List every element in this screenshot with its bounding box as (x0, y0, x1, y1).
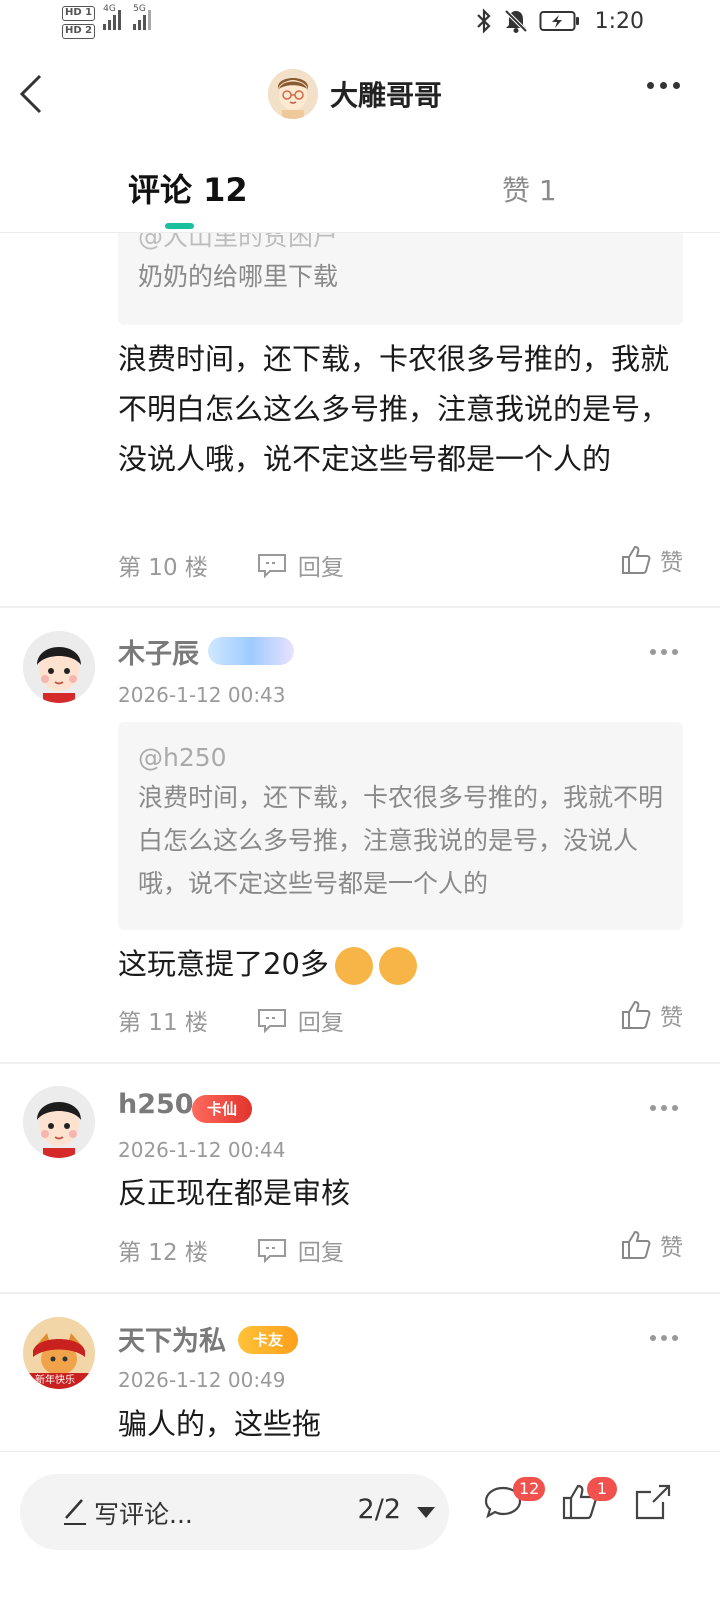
reply-icon (257, 1239, 286, 1263)
reply-icon (257, 554, 286, 578)
divider (0, 1292, 720, 1294)
more-options-icon[interactable] (650, 1335, 678, 1341)
quoted-text: 浪费时间，还下载，卡农很多号推的，我就不明白怎么这么多号推，注意我说的是号，没说… (138, 783, 664, 898)
back-arrow-icon[interactable] (14, 72, 50, 116)
bottom-action-bar: 写评论... 2/2 12 1 (0, 1451, 720, 1600)
status-right: 1:20 (475, 8, 644, 34)
comment-meta: 第 11 楼 回复 赞 (118, 1000, 683, 1040)
like-button[interactable]: 赞 (620, 1228, 683, 1262)
avatar-caption: 新年快乐 (35, 1375, 75, 1386)
more-options-icon[interactable] (650, 1105, 678, 1111)
username[interactable]: 天下为私 (118, 1319, 226, 1358)
comment-list[interactable]: @大山里的贫困户 奶奶的给哪里下载 浪费时间，还下载，卡农很多号推的，我就不明白… (0, 233, 720, 1451)
tab-bar: 评论 12 赞 1 (0, 143, 720, 233)
thread-author[interactable]: 大雕哥哥 (268, 69, 442, 119)
author-avatar[interactable] (268, 69, 318, 119)
comment-text: 骗人的，这些拖 (118, 1407, 322, 1441)
avatar[interactable] (23, 631, 95, 703)
signal-icon: 5G (133, 4, 152, 30)
divider (0, 606, 720, 608)
quoted-text: 奶奶的给哪里下载 (138, 262, 339, 291)
share-icon[interactable] (633, 1482, 673, 1522)
level-badge: 卡仙 (192, 1095, 252, 1123)
avatar-image (23, 631, 95, 703)
tab-comments[interactable]: 评论 12 (128, 165, 248, 211)
page-indicator[interactable]: 2/2 (358, 1494, 401, 1525)
author-avatar-image (268, 69, 318, 119)
tab-active-indicator (165, 223, 194, 229)
comment-text: 浪费时间，还下载，卡农很多号推的，我就不明白怎么这么多号推，注意我说的是号，没说… (118, 342, 670, 476)
write-comment-input[interactable]: 写评论... 2/2 (20, 1474, 449, 1550)
quoted-user[interactable]: @h250 (138, 740, 663, 776)
signal-area: HD 1 HD 2 4G 5G (62, 4, 152, 39)
top-nav: 大雕哥哥 (0, 48, 720, 143)
avatar-image (23, 1086, 95, 1158)
write-comment-placeholder[interactable]: 写评论... (94, 1495, 193, 1531)
level-badge (208, 637, 294, 665)
level-badge: 卡友 (238, 1326, 298, 1354)
comment-text: 反正现在都是审核 (118, 1176, 351, 1210)
floor-number: 第 10 楼 (118, 555, 208, 581)
avatar[interactable] (23, 1086, 95, 1158)
page-dropdown-icon[interactable] (417, 1507, 435, 1518)
like-button[interactable]: 赞 (620, 543, 683, 577)
reply-button[interactable]: 回复 (256, 1003, 344, 1037)
divider (0, 1062, 720, 1064)
reply-button[interactable]: 回复 (256, 1233, 344, 1267)
comment-meta: 第 12 楼 回复 赞 (118, 1230, 683, 1270)
comment-time: 2026-1-12 00:44 (118, 1138, 286, 1162)
avatar[interactable]: 新年快乐 (23, 1317, 95, 1389)
battery-icon (539, 11, 579, 31)
like-count-badge: 1 (587, 1477, 617, 1501)
comment-time: 2026-1-12 00:49 (118, 1368, 286, 1392)
clock: 1:20 (594, 8, 644, 34)
signal-icon: 4G (103, 4, 122, 30)
thumbs-up-icon (622, 545, 651, 574)
sim1-indicator: HD 1 (62, 6, 96, 21)
comment-count-badge: 12 (513, 1477, 546, 1501)
reply-button[interactable]: 回复 (256, 548, 344, 582)
tab-likes[interactable]: 赞 1 (502, 169, 557, 209)
username[interactable]: 木子辰 (118, 632, 199, 671)
quoted-comment[interactable]: @h250 浪费时间，还下载，卡农很多号推的，我就不明白怎么这么多号推，注意我说… (118, 722, 683, 930)
sad-face-emoji (378, 947, 417, 985)
status-bar: HD 1 HD 2 4G 5G 1:20 (0, 0, 720, 48)
mute-bell-icon (504, 9, 528, 33)
quoted-user[interactable]: @大山里的贫困户 (138, 233, 663, 255)
comment-time: 2026-1-12 00:43 (118, 683, 286, 707)
more-options-icon[interactable] (650, 649, 678, 655)
like-button[interactable]: 赞 (620, 998, 683, 1032)
comment-text: 这玩意提了20多 (118, 939, 688, 989)
sad-face-emoji (334, 947, 373, 985)
sim2-indicator: HD 2 (62, 24, 96, 39)
floor-number: 第 12 楼 (118, 1240, 208, 1266)
pencil-icon (64, 1499, 86, 1525)
author-name[interactable]: 大雕哥哥 (330, 74, 442, 114)
floor-number: 第 11 楼 (118, 1010, 208, 1036)
quoted-comment[interactable]: @大山里的贫困户 奶奶的给哪里下载 (118, 233, 683, 325)
reply-icon (257, 1009, 286, 1033)
thumbs-up-icon (622, 1230, 651, 1259)
more-options-icon[interactable] (647, 82, 680, 89)
thumbs-up-icon (622, 1000, 651, 1029)
comment-meta: 第 10 楼 回复 赞 (118, 545, 683, 585)
bluetooth-icon (476, 8, 491, 34)
username[interactable]: h250 (118, 1089, 194, 1120)
